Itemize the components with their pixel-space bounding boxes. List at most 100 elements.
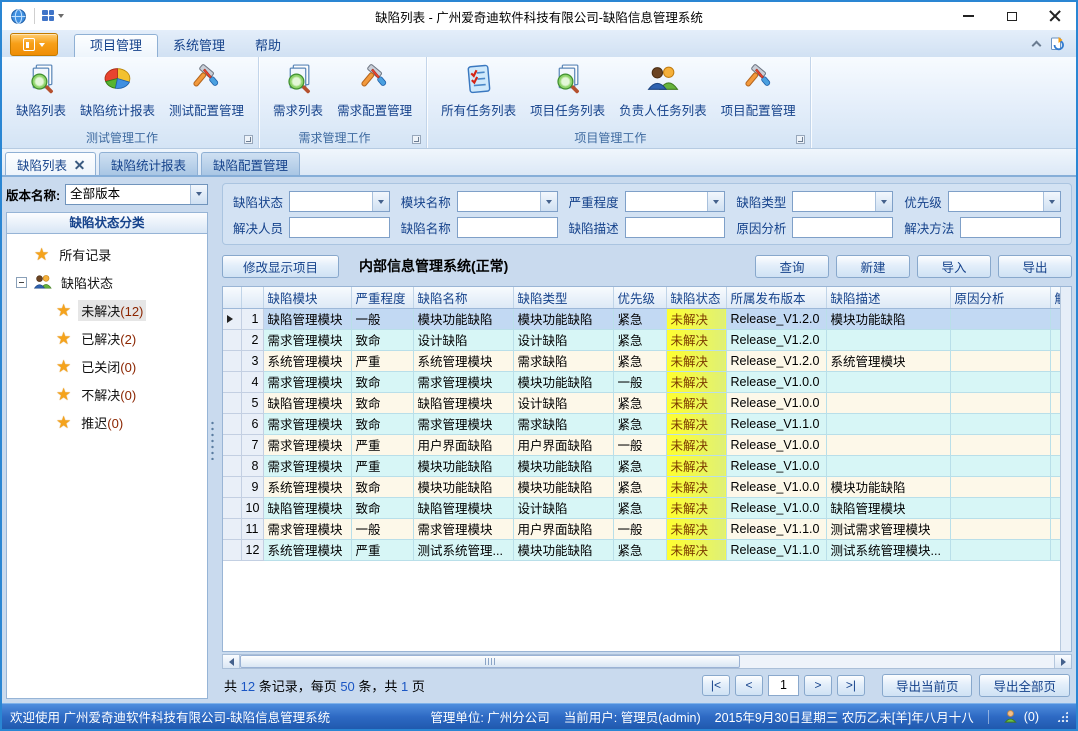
dialog-launcher-icon[interactable] xyxy=(244,135,253,144)
ribbon-tab-system[interactable]: 系统管理 xyxy=(158,34,240,57)
grid-column-header[interactable]: 原因分析 xyxy=(950,287,1050,308)
next-page-button[interactable]: > xyxy=(804,675,832,696)
resolver-input[interactable] xyxy=(290,218,389,237)
requirement-config-button[interactable]: 需求配置管理 xyxy=(330,60,419,119)
prev-page-button[interactable]: < xyxy=(735,675,763,696)
last-page-button[interactable]: >| xyxy=(837,675,865,696)
requirement-list-button[interactable]: 需求列表 xyxy=(266,60,330,119)
close-button[interactable] xyxy=(1033,2,1076,30)
quick-access-layout-icon[interactable] xyxy=(42,10,64,22)
export-all-pages-button[interactable]: 导出全部页 xyxy=(979,674,1070,697)
grid-row[interactable]: 1缺陷管理模块一般模块功能缺陷模块功能缺陷紧急未解决Release_V1.2.0… xyxy=(223,308,1072,329)
maximize-button[interactable] xyxy=(990,2,1033,30)
dropdown-arrow-icon[interactable] xyxy=(707,192,724,211)
dropdown-arrow-icon[interactable] xyxy=(190,185,207,204)
cell-severity: 致命 xyxy=(351,497,413,518)
minimize-button[interactable] xyxy=(947,2,990,30)
doc-tab-defect-report[interactable]: 缺陷统计报表 xyxy=(99,152,198,175)
grid-column-header[interactable]: 缺陷模块 xyxy=(263,287,351,308)
tree-item-resolved[interactable]: ★ 已解决(2) xyxy=(7,324,207,352)
defect-desc-input[interactable] xyxy=(626,218,725,237)
grid-row[interactable]: 10缺陷管理模块致命缺陷管理模块设计缺陷紧急未解决Release_V1.0.0缺… xyxy=(223,497,1072,518)
collapse-ribbon-icon[interactable] xyxy=(1032,41,1042,51)
scroll-left-button[interactable] xyxy=(223,655,240,668)
refresh-icon[interactable] xyxy=(1050,36,1066,52)
grid-row[interactable]: 7需求管理模块严重用户界面缺陷用户界面缺陷一般未解决Release_V1.0.0 xyxy=(223,434,1072,455)
grid-column-header[interactable]: 缺陷描述 xyxy=(826,287,950,308)
first-page-button[interactable]: |< xyxy=(702,675,730,696)
all-tasks-button[interactable]: 所有任务列表 xyxy=(434,60,523,119)
dropdown-arrow-icon[interactable] xyxy=(875,192,892,211)
ribbon-tab-help[interactable]: 帮助 xyxy=(240,34,296,57)
doc-tab-defect-config[interactable]: 缺陷配置管理 xyxy=(201,152,300,175)
test-config-button[interactable]: 测试配置管理 xyxy=(162,60,251,119)
collapse-node-icon[interactable] xyxy=(16,277,27,288)
dropdown-arrow-icon[interactable] xyxy=(372,192,389,211)
scroll-right-button[interactable] xyxy=(1054,655,1071,668)
action-bar: 修改显示项目 内部信息管理系统(正常) 查询 新建 导入 导出 xyxy=(222,253,1072,279)
page-number-input[interactable] xyxy=(768,675,799,696)
owner-tasks-button[interactable]: 负责人任务列表 xyxy=(612,60,714,119)
group-label: 测试管理工作 xyxy=(2,129,242,146)
export-current-page-button[interactable]: 导出当前页 xyxy=(882,674,973,697)
export-button[interactable]: 导出 xyxy=(998,255,1072,278)
grid-row[interactable]: 12系统管理模块严重测试系统管理...模块功能缺陷紧急未解决Release_V1… xyxy=(223,539,1072,560)
grid-header-spacer xyxy=(241,287,263,308)
grid-column-header[interactable]: 缺陷状态 xyxy=(666,287,726,308)
ribbon-group-requirement: 需求列表 需求配置管理 需求管理工作 xyxy=(259,57,427,148)
grid-row[interactable]: 8需求管理模块严重模块功能缺陷模块功能缺陷紧急未解决Release_V1.0.0 xyxy=(223,455,1072,476)
defect-type-input[interactable] xyxy=(793,192,875,211)
dialog-launcher-icon[interactable] xyxy=(796,135,805,144)
grid-row[interactable]: 9系统管理模块致命模块功能缺陷模块功能缺陷紧急未解决Release_V1.0.0… xyxy=(223,476,1072,497)
filter-solution: 解决方法 xyxy=(904,217,1061,238)
defect-status-input[interactable] xyxy=(290,192,372,211)
project-config-button[interactable]: 项目配置管理 xyxy=(714,60,803,119)
sidebar-splitter[interactable] xyxy=(208,177,216,703)
grid-column-header[interactable]: 缺陷类型 xyxy=(513,287,613,308)
solution-input[interactable] xyxy=(961,218,1060,237)
application-menu-button[interactable] xyxy=(10,33,58,56)
dropdown-arrow-icon[interactable] xyxy=(540,192,557,211)
dropdown-arrow-icon[interactable] xyxy=(1043,192,1060,211)
tree-item-all-records[interactable]: ★ 所有记录 xyxy=(7,240,207,268)
grid-column-header[interactable]: 缺陷名称 xyxy=(413,287,513,308)
defect-name-input[interactable] xyxy=(458,218,557,237)
new-button[interactable]: 新建 xyxy=(836,255,910,278)
doc-tab-defect-list[interactable]: 缺陷列表 xyxy=(5,152,96,175)
severity-input[interactable] xyxy=(626,192,708,211)
version-combobox[interactable]: 全部版本 xyxy=(65,184,208,205)
grid-column-header[interactable]: 优先级 xyxy=(613,287,666,308)
grid-row[interactable]: 11需求管理模块一般需求管理模块用户界面缺陷一般未解决Release_V1.1.… xyxy=(223,518,1072,539)
scrollbar-thumb[interactable] xyxy=(240,655,740,668)
grid-column-header[interactable]: 严重程度 xyxy=(351,287,413,308)
dialog-launcher-icon[interactable] xyxy=(412,135,421,144)
grid-row[interactable]: 3系统管理模块严重系统管理模块需求缺陷紧急未解决Release_V1.2.0系统… xyxy=(223,350,1072,371)
module-name-input[interactable] xyxy=(458,192,540,211)
cause-analysis-input[interactable] xyxy=(793,218,892,237)
tree-item-defect-status[interactable]: 缺陷状态 xyxy=(7,268,207,296)
online-user-icon[interactable] xyxy=(1003,709,1018,724)
grid-row[interactable]: 4需求管理模块致命需求管理模块模块功能缺陷一般未解决Release_V1.0.0 xyxy=(223,371,1072,392)
horizontal-scrollbar[interactable] xyxy=(222,654,1072,669)
vertical-scrollbar[interactable] xyxy=(1060,287,1071,651)
ribbon-tab-project[interactable]: 项目管理 xyxy=(74,34,158,57)
close-tab-icon[interactable] xyxy=(75,160,84,169)
tree-item-wont-fix[interactable]: ★ 不解决(0) xyxy=(7,380,207,408)
defect-report-button[interactable]: 缺陷统计报表 xyxy=(73,60,162,119)
grid-row[interactable]: 6需求管理模块致命需求管理模块需求缺陷紧急未解决Release_V1.1.0 xyxy=(223,413,1072,434)
tree-item-postponed[interactable]: ★ 推迟(0) xyxy=(7,408,207,436)
grid-column-header[interactable]: 所属发布版本 xyxy=(726,287,826,308)
query-button[interactable]: 查询 xyxy=(755,255,829,278)
defect-list-button[interactable]: 缺陷列表 xyxy=(9,60,73,119)
cell-analysis xyxy=(950,308,1050,329)
modify-display-button[interactable]: 修改显示项目 xyxy=(222,255,339,278)
cell-type: 设计缺陷 xyxy=(513,392,613,413)
resize-grip-icon[interactable] xyxy=(1057,711,1068,722)
priority-input[interactable] xyxy=(949,192,1043,211)
tree-item-unresolved[interactable]: ★ 未解决(12) xyxy=(7,296,207,324)
tree-item-closed[interactable]: ★ 已关闭(0) xyxy=(7,352,207,380)
grid-row[interactable]: 5缺陷管理模块致命缺陷管理模块设计缺陷紧急未解决Release_V1.0.0 xyxy=(223,392,1072,413)
project-tasks-button[interactable]: 项目任务列表 xyxy=(523,60,612,119)
import-button[interactable]: 导入 xyxy=(917,255,991,278)
grid-row[interactable]: 2需求管理模块致命设计缺陷设计缺陷紧急未解决Release_V1.2.0 xyxy=(223,329,1072,350)
